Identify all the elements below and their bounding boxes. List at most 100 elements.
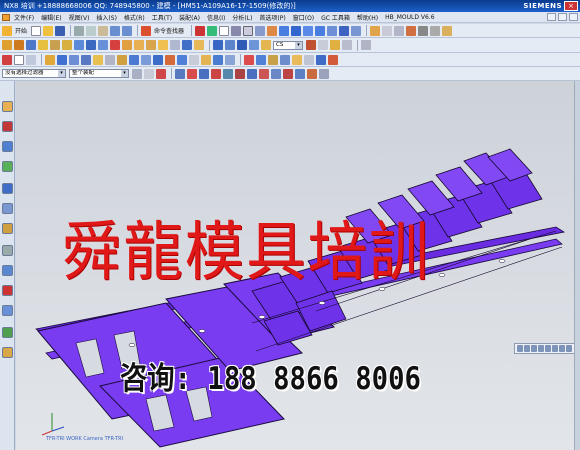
pull-face-icon[interactable]: [249, 40, 259, 50]
line-icon[interactable]: [57, 54, 67, 65]
snap-control-icon[interactable]: [199, 68, 209, 79]
cube-iso-icon[interactable]: [315, 25, 326, 36]
datum-icon[interactable]: [306, 40, 316, 50]
edit-color-icon[interactable]: [406, 25, 417, 36]
hide-icon[interactable]: [418, 25, 429, 36]
palette-icon[interactable]: [2, 347, 13, 358]
snap-intersection-icon[interactable]: [211, 68, 221, 79]
system-materials-icon[interactable]: [2, 245, 13, 256]
start-button-label[interactable]: 开始: [15, 26, 27, 35]
web-browser-icon[interactable]: [2, 203, 13, 214]
snap-tangent-icon[interactable]: [283, 68, 293, 79]
cut-icon[interactable]: [74, 25, 85, 36]
shell-icon[interactable]: [146, 40, 156, 50]
move-face-icon[interactable]: [213, 40, 223, 50]
pattern-icon[interactable]: [182, 40, 192, 50]
axis-icon[interactable]: [330, 40, 340, 50]
roles-icon[interactable]: [2, 305, 13, 316]
text-icon[interactable]: [129, 54, 139, 65]
offset-icon[interactable]: [170, 40, 180, 50]
surface-icon[interactable]: [256, 54, 266, 65]
trim-body-icon[interactable]: [110, 40, 120, 50]
delete-face-icon[interactable]: [237, 40, 247, 50]
filter-icon[interactable]: [132, 68, 142, 79]
app-menu-icon[interactable]: [2, 14, 10, 21]
snap-endpoint-icon[interactable]: [175, 68, 185, 79]
cube-right-icon[interactable]: [351, 25, 362, 36]
box-icon[interactable]: [243, 25, 254, 36]
redo-icon[interactable]: [122, 25, 133, 36]
menu-help[interactable]: 帮助(H): [357, 13, 378, 22]
snap-icon[interactable]: [195, 25, 206, 36]
extrude-icon[interactable]: [14, 40, 24, 50]
constraint-navigator-icon[interactable]: [2, 121, 13, 132]
revolve-icon[interactable]: [26, 40, 36, 50]
snap-point-icon[interactable]: [247, 68, 257, 79]
cube-front-icon[interactable]: [339, 25, 350, 36]
menu-info[interactable]: 信息(I): [207, 13, 225, 22]
measure-icon[interactable]: [442, 25, 453, 36]
split-body-icon[interactable]: [328, 54, 338, 65]
unite-icon[interactable]: [74, 40, 84, 50]
cube-icon[interactable]: [303, 25, 314, 36]
zoom-icon[interactable]: [524, 345, 530, 352]
start-icon[interactable]: [2, 25, 12, 36]
menu-view[interactable]: 视图(V): [69, 13, 90, 22]
spline-icon[interactable]: [117, 54, 127, 65]
bridge-icon[interactable]: [189, 54, 199, 65]
boss-icon[interactable]: [50, 40, 60, 50]
system-scene-icon[interactable]: [2, 327, 13, 338]
snap-off-icon[interactable]: [319, 68, 329, 79]
arc-icon[interactable]: [69, 54, 79, 65]
menu-gc-toolbox[interactable]: GC 工具箱: [321, 13, 350, 22]
close-button[interactable]: ×: [564, 1, 578, 11]
pan-icon[interactable]: [538, 345, 544, 352]
shaded-icon[interactable]: [552, 345, 558, 352]
snap-center-icon[interactable]: [223, 68, 233, 79]
command-finder-label[interactable]: 命令查找器: [154, 26, 184, 35]
part-nav-icon[interactable]: [26, 54, 36, 65]
layer-icon[interactable]: [231, 25, 242, 36]
fit-icon[interactable]: [517, 345, 523, 352]
snap-quadrant-icon[interactable]: [235, 68, 245, 79]
mesh-icon[interactable]: [268, 54, 278, 65]
new-file-icon[interactable]: [31, 25, 42, 36]
undo-icon[interactable]: [110, 25, 121, 36]
snap-arc-icon[interactable]: [295, 68, 305, 79]
menu-preferences[interactable]: 首选项(P): [259, 13, 285, 22]
snap-existing-icon[interactable]: [307, 68, 317, 79]
subtract-icon[interactable]: [86, 40, 96, 50]
sew-icon[interactable]: [304, 54, 314, 65]
divide-icon[interactable]: [213, 54, 223, 65]
display-icon[interactable]: [394, 25, 405, 36]
trim-curve-icon[interactable]: [165, 54, 175, 65]
polygon-icon[interactable]: [105, 54, 115, 65]
chamfer-icon[interactable]: [134, 40, 144, 50]
part-navigator-icon[interactable]: [2, 141, 13, 152]
cube-wire-icon[interactable]: [291, 25, 302, 36]
viewport-scrollbar[interactable]: [574, 81, 580, 450]
rotate-icon[interactable]: [531, 345, 537, 352]
command-finder-icon[interactable]: [141, 25, 152, 36]
open-folder-icon[interactable]: [43, 25, 54, 36]
assembly-navigator-icon[interactable]: [2, 101, 13, 112]
close-doc-icon[interactable]: [569, 13, 578, 21]
pocket-icon[interactable]: [62, 40, 72, 50]
manufacturing-wizard-icon[interactable]: [2, 285, 13, 296]
menu-hb-mould[interactable]: HB_MOULD V6.6: [385, 14, 434, 21]
graphics-window[interactable]: 舜龍模具培訓 咨询: 188 8866 8006 TFR-TRI WORK Ca…: [16, 81, 580, 450]
menu-insert[interactable]: 插入(S): [96, 13, 117, 22]
project-curve-icon[interactable]: [153, 54, 163, 65]
sketch-icon[interactable]: [2, 40, 12, 50]
rectangle-icon[interactable]: [93, 54, 103, 65]
blank-icon[interactable]: [14, 54, 24, 65]
orient-icon[interactable]: [559, 345, 565, 352]
ruled-icon[interactable]: [292, 54, 302, 65]
edge-blend-icon[interactable]: [122, 40, 132, 50]
menu-edit[interactable]: 编辑(E): [41, 13, 61, 22]
circle-icon[interactable]: [81, 54, 91, 65]
plane-icon[interactable]: [318, 40, 328, 50]
swept-icon[interactable]: [280, 54, 290, 65]
extend-icon[interactable]: [177, 54, 187, 65]
hole-icon[interactable]: [38, 40, 48, 50]
